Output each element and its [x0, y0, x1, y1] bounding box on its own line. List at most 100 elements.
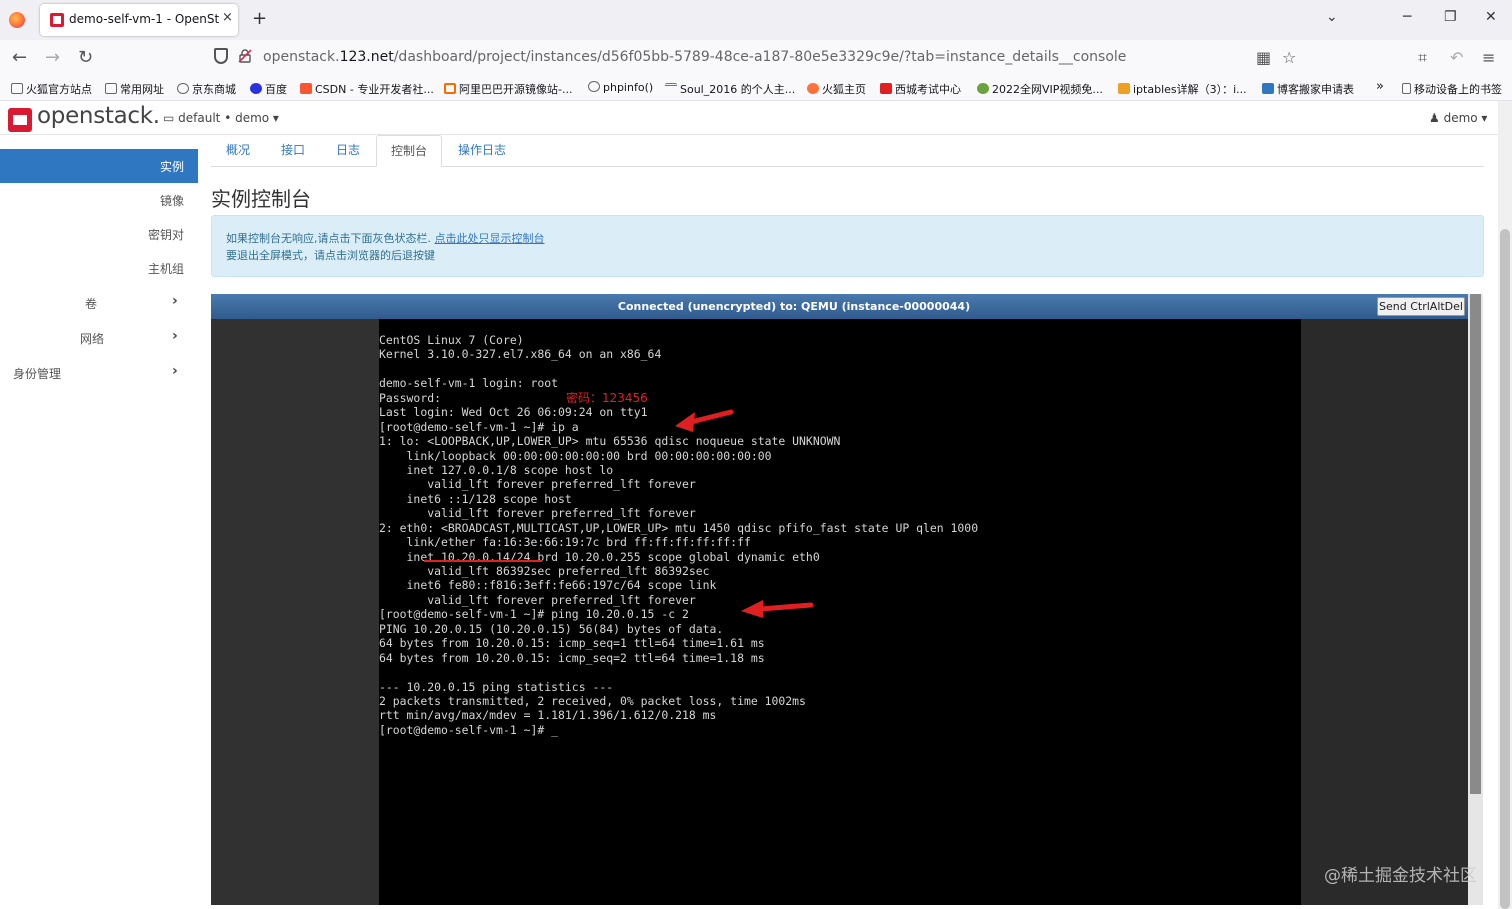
folder-icon	[1402, 83, 1411, 94]
tab-action-log[interactable]: 操作日志	[458, 141, 506, 158]
user-menu[interactable]: ♟ demo ▾	[1429, 111, 1487, 125]
bookmark-item[interactable]: 京东商城	[177, 81, 236, 97]
bookmark-item[interactable]: 阿里巴巴开源镜像站-...	[444, 81, 572, 97]
console-only-link[interactable]: 点击此处只显示控制台	[435, 232, 545, 245]
new-tab-button[interactable]: +	[252, 8, 267, 29]
screenshot-crop-icon[interactable]: ⌗	[1418, 48, 1427, 68]
terminal-line: Password:	[379, 390, 441, 405]
bookmark-item[interactable]: phpinfo()	[588, 81, 653, 94]
bookmark-item[interactable]: 西城考试中心	[880, 81, 961, 97]
sidebar-group-identity[interactable]: 身份管理	[13, 365, 61, 382]
tab-close-icon[interactable]: ×	[222, 10, 233, 25]
chevron-right-icon[interactable]: ›	[172, 293, 178, 309]
bookmark-item[interactable]: 百度	[250, 81, 287, 97]
tracking-shield-icon[interactable]	[214, 48, 228, 64]
terminal-line: [root@demo-self-vm-1 ~]# _	[379, 722, 559, 737]
red-arrow-icon	[675, 409, 734, 432]
watermark: @稀土掘金技术社区	[1324, 866, 1477, 886]
bookmark-label: phpinfo()	[603, 81, 654, 94]
openstack-logo-icon[interactable]	[8, 108, 32, 132]
bookmark-item[interactable]: 常用网址	[105, 81, 164, 97]
page-scrollbar[interactable]	[1498, 101, 1512, 909]
tab-console[interactable]: 控制台	[376, 135, 442, 167]
user-icon: ♟	[1429, 111, 1444, 125]
terminal-line: Kernel 3.10.0-327.el7.x86_64 on an x86_6…	[379, 347, 662, 362]
terminal-line: valid_lft forever preferred_lft forever	[379, 506, 696, 521]
info-alert: 如果控制台无响应,请点击下面灰色状态栏. 点击此处只显示控制台 要退出全屏模式，…	[211, 215, 1484, 277]
url-bar[interactable]: openstack.123.net/dashboard/project/inst…	[263, 49, 1126, 65]
bookmark-item[interactable]: iptables详解（3）：i...	[1118, 81, 1247, 97]
sidebar-item-instances[interactable]: 实例	[0, 149, 198, 183]
bookmark-item[interactable]: 2022全网VIP视频免...	[977, 81, 1103, 97]
qr-code-icon[interactable]: ▦	[1256, 48, 1271, 67]
blog-icon	[1118, 83, 1130, 94]
terminal-line: link/ether fa:16:3e:66:19:7c brd ff:ff:f…	[379, 535, 751, 550]
sidebar-item-server-groups[interactable]: 主机组	[148, 260, 184, 277]
terminal-line: [root@demo-self-vm-1 ~]# ping 10.20.0.15…	[379, 607, 689, 622]
bookmark-label: 移动设备上的书签	[1414, 83, 1502, 96]
terminal-output: CentOS Linux 7 (Core) Kernel 3.10.0-327.e…	[379, 333, 1301, 737]
tab-title: demo-self-vm-1 - OpenStack	[69, 12, 219, 26]
bookmark-item[interactable]: CSDN - 专业开发者社...	[300, 81, 434, 97]
sidebar: 实例 镜像 密钥对 主机组 卷 › 网络 › 身份管理 ›	[0, 135, 198, 909]
bookmark-label: 西城考试中心	[895, 83, 961, 96]
terminal-line: Last login: Wed Oct 26 06:09:24 on tty1	[379, 405, 648, 420]
project-selector[interactable]: ▭ default • demo ▾	[163, 111, 279, 125]
sidebar-item-images[interactable]: 镜像	[160, 192, 184, 209]
bookmark-label: iptables详解（3）：i...	[1133, 83, 1247, 96]
undo-icon[interactable]: ↶	[1450, 48, 1463, 67]
console-scrollbar-thumb[interactable]	[1470, 294, 1481, 794]
mobile-bookmarks[interactable]: 移动设备上的书签	[1402, 81, 1502, 97]
bookmark-item[interactable]: Soul_2016 的个人主...	[665, 81, 795, 97]
tab-overview[interactable]: 概况	[226, 141, 250, 158]
insecure-lock-icon[interactable]	[238, 49, 252, 63]
console-scrollbar[interactable]	[1468, 294, 1483, 905]
sidebar-item-keypairs[interactable]: 密钥对	[148, 226, 184, 243]
page-scrollbar-thumb[interactable]	[1500, 229, 1510, 909]
app-menu-icon[interactable]: ≡	[1482, 48, 1495, 67]
openstack-logo-text[interactable]: openstack.	[37, 103, 160, 129]
firefox-icon	[807, 83, 819, 94]
sidebar-group-network[interactable]: 网络	[80, 330, 104, 347]
globe-icon	[177, 83, 189, 94]
close-window-icon[interactable]: ✕	[1485, 9, 1497, 25]
terminal-line: rtt min/avg/max/mdev = 1.181/1.396/1.612…	[379, 708, 717, 723]
back-icon[interactable]: ←	[12, 47, 27, 68]
bookmark-item[interactable]: 火狐官方站点	[11, 81, 92, 97]
tab-log[interactable]: 日志	[336, 141, 360, 158]
info-line-1: 如果控制台无响应,请点击下面灰色状态栏. 点击此处只显示控制台	[226, 230, 545, 246]
console-status-bar[interactable]: Connected (unencrypted) to: QEMU (instan…	[211, 294, 1483, 319]
sidebar-group-volumes[interactable]: 卷	[85, 295, 97, 312]
terminal-line: 1: lo: <LOOPBACK,UP,LOWER_UP> mtu 65536 …	[379, 434, 841, 449]
firefox-icon[interactable]	[9, 12, 25, 28]
page-title: 实例控制台	[211, 187, 311, 211]
briefcase-icon: ▭	[163, 111, 179, 125]
bookmark-item[interactable]: 博客搬家申请表	[1262, 81, 1354, 97]
terminal-line: --- 10.20.0.15 ping statistics ---	[379, 679, 614, 694]
url-path: /dashboard/project/instances/d56f05bb-57…	[393, 49, 1127, 65]
browser-tab[interactable]: demo-self-vm-1 - OpenStack ×	[40, 4, 238, 36]
terminal-line: link/loopback 00:00:00:00:00:00 brd 00:0…	[379, 448, 772, 463]
bookmarks-overflow-icon[interactable]: »	[1376, 79, 1384, 94]
chevron-right-icon[interactable]: ›	[172, 328, 178, 344]
chevron-right-icon[interactable]: ›	[172, 363, 178, 379]
minimize-icon[interactable]: ─	[1403, 9, 1411, 25]
console-status-text: Connected (unencrypted) to: QEMU (instan…	[617, 300, 971, 313]
restore-icon[interactable]: ❐	[1444, 9, 1457, 25]
terminal-line: [root@demo-self-vm-1 ~]# ip a	[379, 419, 579, 434]
send-ctrl-alt-del-button[interactable]: Send CtrlAltDel	[1377, 297, 1465, 316]
tab-list-chevron-icon[interactable]: ⌄	[1326, 9, 1338, 25]
forward-icon[interactable]: →	[45, 47, 60, 68]
instance-detail-tabs: 概况 接口 日志 控制台 操作日志	[211, 135, 1484, 167]
console-margin	[1301, 319, 1468, 905]
bookmark-star-icon[interactable]: ☆	[1282, 48, 1296, 67]
csdn-icon	[300, 83, 312, 94]
reload-icon[interactable]: ↻	[78, 47, 93, 68]
vnc-console[interactable]: Connected (unencrypted) to: QEMU (instan…	[211, 294, 1483, 905]
folder-icon	[11, 83, 23, 94]
url-host-prefix: openstack.	[263, 49, 340, 65]
terminal-line: inet 127.0.0.1/8 scope host lo	[379, 462, 614, 477]
tab-interfaces[interactable]: 接口	[281, 141, 305, 158]
bookmark-item[interactable]: 火狐主页	[807, 81, 866, 97]
